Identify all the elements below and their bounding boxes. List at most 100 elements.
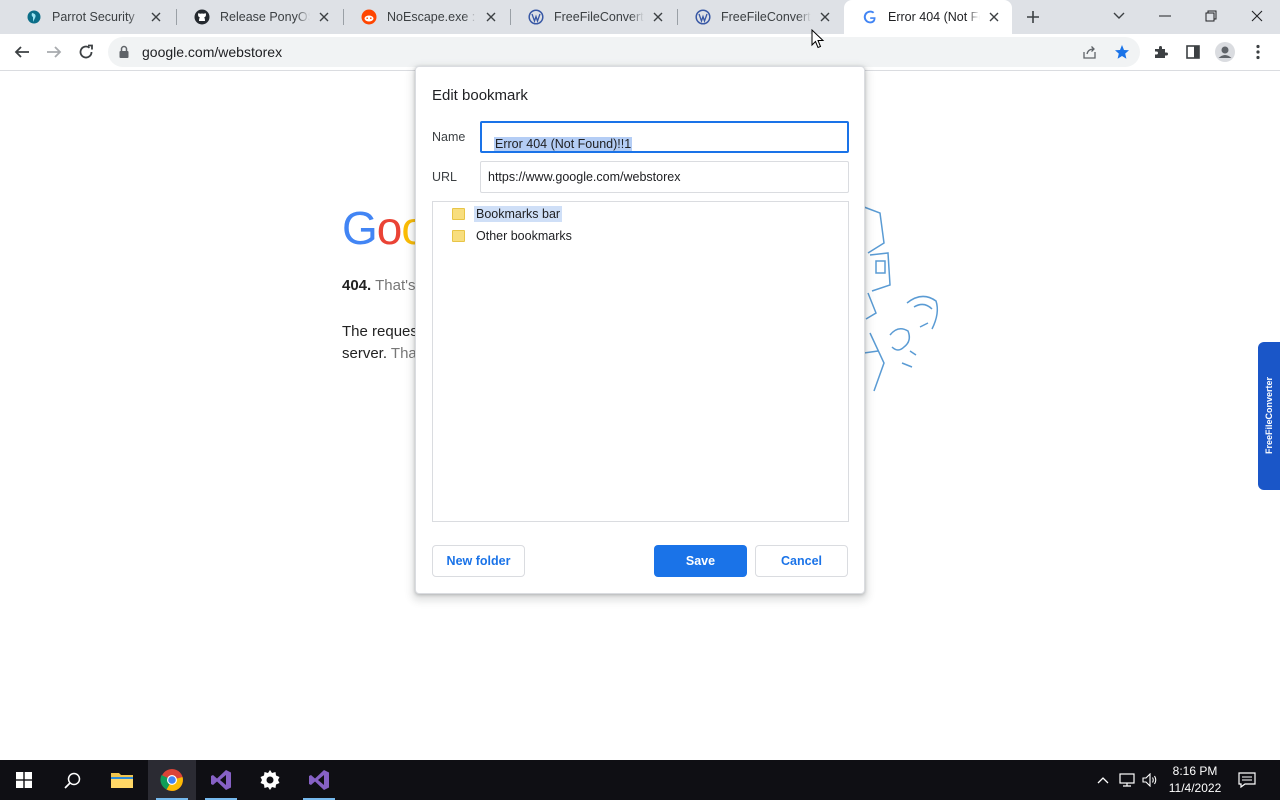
clock-date: 11/4/2022	[1168, 781, 1222, 795]
folder-icon	[452, 230, 465, 242]
side-panel-icon	[1186, 45, 1200, 59]
tab-parrot-security[interactable]: Parrot Security	[8, 0, 174, 34]
cancel-button[interactable]: Cancel	[755, 545, 848, 577]
folder-icon	[452, 208, 465, 220]
lock-icon	[119, 45, 129, 58]
minimize-button[interactable]	[1142, 0, 1188, 32]
edit-bookmark-dialog: Edit bookmark Name Error 404 (Not Found)…	[415, 66, 865, 594]
arrow-right-icon	[47, 46, 62, 58]
close-icon	[1251, 10, 1263, 22]
volume-button[interactable]	[1140, 760, 1160, 800]
side-panel-button[interactable]	[1179, 38, 1207, 66]
tab-title: Release PonyOS 8 ·	[220, 10, 310, 24]
tab-title: NoEscape.exe : crea	[387, 10, 477, 24]
restore-button[interactable]	[1188, 0, 1234, 32]
tab-freefileconverter-1[interactable]: FreeFileConverterO	[510, 0, 676, 34]
arrow-left-icon	[14, 46, 29, 58]
extensions-button[interactable]	[1147, 38, 1175, 66]
notifications-button[interactable]	[1236, 760, 1258, 800]
star-icon[interactable]	[1114, 44, 1130, 60]
notification-icon	[1238, 772, 1256, 788]
tab-noescape[interactable]: NoEscape.exe : crea	[343, 0, 509, 34]
google-icon	[862, 9, 878, 25]
url-label: URL	[432, 170, 458, 184]
url-value: https://www.google.com/webstorex	[488, 170, 681, 184]
tab-title: FreeFileConverterO	[721, 10, 811, 24]
search-icon	[63, 772, 80, 789]
mouse-cursor-icon	[811, 29, 825, 49]
start-button[interactable]	[0, 760, 48, 800]
file-explorer-icon	[111, 773, 133, 788]
chrome-icon	[160, 769, 183, 791]
wordpress-icon	[528, 9, 544, 25]
taskbar-file-explorer[interactable]	[98, 760, 146, 800]
show-hidden-icons-button[interactable]	[1094, 760, 1112, 800]
tab-title: Parrot Security	[52, 10, 135, 24]
forward-button[interactable]	[40, 38, 68, 66]
address-bar[interactable]: google.com/webstorex	[108, 37, 1140, 67]
network-icon	[1119, 773, 1135, 787]
close-tab-icon[interactable]	[650, 9, 666, 25]
error-heading: 404. That's	[342, 277, 416, 294]
tab-error-404[interactable]: Error 404 (Not Foun	[844, 0, 1012, 34]
name-value: Error 404 (Not Found)!!1	[494, 137, 633, 151]
save-button[interactable]: Save	[654, 545, 747, 577]
close-tab-icon[interactable]	[817, 9, 833, 25]
taskbar-visual-studio[interactable]	[197, 760, 245, 800]
chevron-up-icon	[1097, 777, 1109, 784]
back-button[interactable]	[8, 38, 36, 66]
network-button[interactable]	[1116, 760, 1138, 800]
visual-studio-icon	[211, 770, 231, 790]
chevron-down-icon	[1113, 12, 1125, 19]
broken-robot-illustration	[862, 203, 942, 396]
minimize-icon	[1159, 15, 1171, 17]
profile-button[interactable]	[1211, 38, 1239, 66]
menu-button[interactable]	[1244, 38, 1272, 66]
freefileconverter-side-tab[interactable]: FreeFileConverter	[1258, 342, 1280, 490]
clock-time: 8:16 PM	[1172, 764, 1218, 778]
dialog-title: Edit bookmark	[432, 87, 528, 104]
github-icon	[194, 9, 210, 25]
new-folder-button[interactable]: New folder	[432, 545, 525, 577]
tab-strip: Parrot Security Release PonyOS 8 · NoEsc…	[0, 0, 1280, 34]
reddit-icon	[361, 9, 377, 25]
windows-taskbar: 8:16 PM 11/4/2022	[0, 760, 1280, 800]
folder-tree: Bookmarks bar Other bookmarks	[432, 201, 849, 522]
plus-icon	[1027, 11, 1039, 23]
more-vert-icon	[1256, 44, 1260, 60]
taskbar-visual-studio-2[interactable]	[295, 760, 343, 800]
name-label: Name	[432, 130, 466, 144]
close-tab-icon[interactable]	[483, 9, 499, 25]
visual-studio-icon	[309, 770, 329, 790]
new-tab-button[interactable]	[1021, 5, 1045, 29]
gear-icon	[260, 770, 280, 790]
google-logo: Goo	[342, 202, 427, 254]
close-tab-icon[interactable]	[986, 9, 1002, 25]
windows-logo-icon	[16, 772, 32, 788]
tab-ponyos-release[interactable]: Release PonyOS 8 ·	[176, 0, 342, 34]
tab-title: Error 404 (Not Foun	[888, 10, 980, 24]
address-text: google.com/webstorex	[142, 44, 283, 60]
error-message: The reques server. Tha	[342, 323, 418, 362]
puzzle-icon	[1155, 46, 1168, 58]
system-clock[interactable]: 8:16 PM 11/4/2022	[1160, 763, 1230, 797]
reload-button[interactable]	[72, 38, 100, 66]
folder-item-other-bookmarks[interactable]: Other bookmarks	[452, 226, 574, 246]
restore-icon	[1205, 10, 1217, 22]
avatar-icon	[1215, 42, 1235, 62]
reload-icon	[79, 44, 93, 59]
close-window-button[interactable]	[1234, 0, 1280, 32]
taskbar-chrome[interactable]	[148, 760, 196, 800]
bookmark-name-input[interactable]: Error 404 (Not Found)!!1	[480, 121, 849, 153]
speaker-icon	[1142, 773, 1157, 787]
taskbar-settings[interactable]	[246, 760, 294, 800]
bookmark-url-input[interactable]: https://www.google.com/webstorex	[480, 161, 849, 193]
share-icon[interactable]	[1082, 44, 1098, 60]
tab-title: FreeFileConverterO	[554, 10, 644, 24]
close-tab-icon[interactable]	[148, 9, 164, 25]
wordpress-icon	[695, 9, 711, 25]
close-tab-icon[interactable]	[316, 9, 332, 25]
tab-search-button[interactable]	[1096, 0, 1142, 32]
search-button[interactable]	[48, 760, 96, 800]
folder-item-bookmarks-bar[interactable]: Bookmarks bar	[452, 204, 563, 224]
